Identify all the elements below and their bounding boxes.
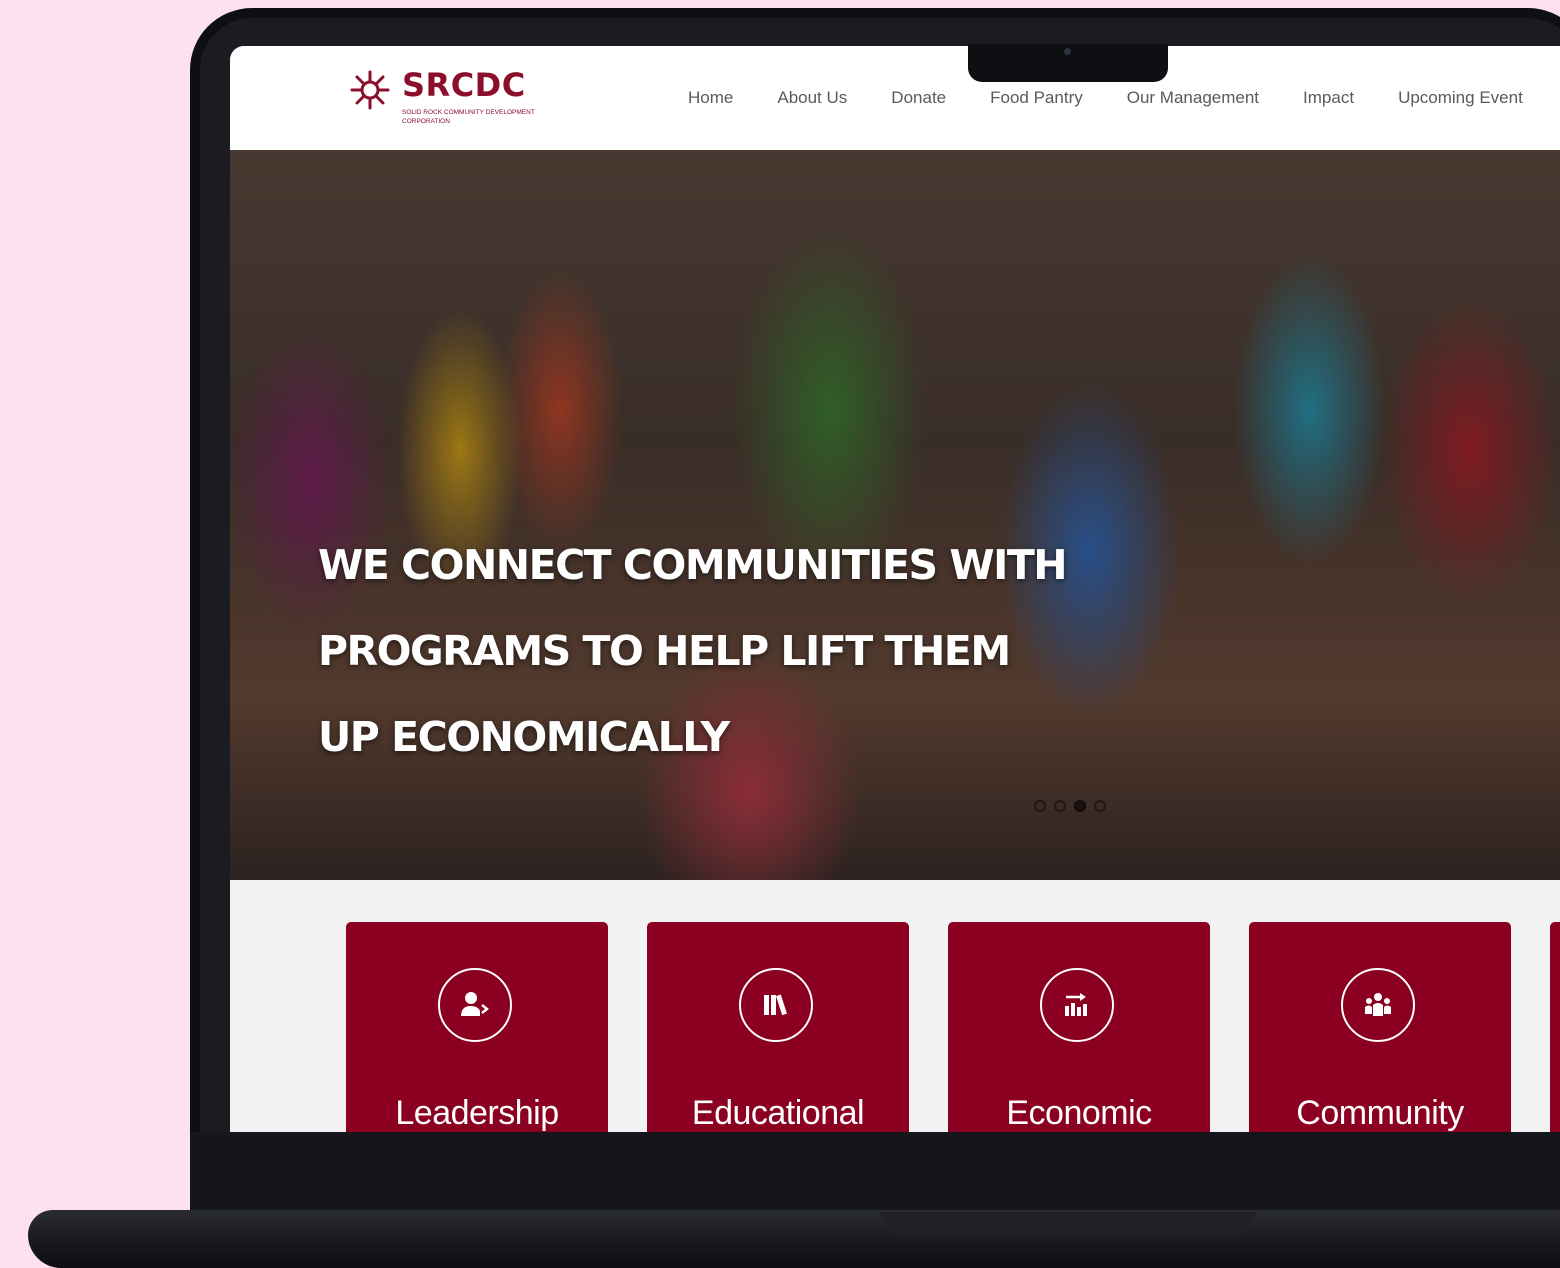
hero-headline-line-2: PROGRAMS TO HELP LIFT THEM (318, 627, 1011, 675)
hero-headline-line-3: UP ECONOMICALLY (318, 713, 730, 761)
camera-notch (968, 44, 1168, 82)
carousel-dot[interactable] (1034, 800, 1046, 812)
nav-our-management[interactable]: Our Management (1127, 88, 1259, 108)
main-nav: Home About Us Donate Food Pantry Our Man… (688, 88, 1560, 108)
hero-banner: WE CONNECT COMMUNITIES WITH PROGRAMS TO … (230, 150, 1560, 880)
laptop-base (28, 1210, 1560, 1268)
nav-donate[interactable]: Donate (891, 88, 946, 108)
nav-about-us[interactable]: About Us (777, 88, 847, 108)
nav-home[interactable]: Home (688, 88, 733, 108)
carousel-dot[interactable] (1094, 800, 1106, 812)
camera-icon (1064, 48, 1071, 55)
program-card-label: Economic (1006, 1094, 1152, 1132)
nav-upcoming-event[interactable]: Upcoming Event (1398, 88, 1523, 108)
program-card-educational[interactable]: Educational (647, 922, 909, 1132)
browser-screen: SRCDC Solid Rock Community Development C… (230, 46, 1560, 1132)
logo-mark-icon (350, 70, 390, 110)
hero-headline: WE CONNECT COMMUNITIES WITH PROGRAMS TO … (318, 522, 1138, 780)
program-cards: Leadership Educational Economic Communit… (346, 922, 1560, 1132)
program-card-label: Educational (691, 1094, 865, 1132)
leadership-icon (438, 968, 512, 1042)
growth-chart-icon (1040, 968, 1114, 1042)
carousel-dot[interactable] (1054, 800, 1066, 812)
laptop-hinge-groove (880, 1212, 1256, 1234)
brand-tagline: Solid Rock Community Development Corpora… (402, 109, 535, 125)
program-card-label: Community (1296, 1094, 1464, 1132)
carousel-indicators (1034, 800, 1106, 812)
site-header: SRCDC Solid Rock Community Development C… (230, 46, 1560, 151)
program-card-community[interactable]: Community (1249, 922, 1511, 1132)
laptop-chin (190, 1132, 1560, 1214)
hero-headline-line-1: WE CONNECT COMMUNITIES WITH (318, 541, 1068, 589)
brand-name: SRCDC (402, 66, 526, 104)
program-card-label: Leadership (395, 1094, 559, 1132)
nav-impact[interactable]: Impact (1303, 88, 1354, 108)
nav-food-pantry[interactable]: Food Pantry (990, 88, 1083, 108)
brand-logo[interactable]: SRCDC Solid Rock Community Development C… (348, 66, 548, 136)
carousel-dot-active[interactable] (1074, 800, 1086, 812)
people-icon (1341, 968, 1415, 1042)
books-icon (739, 968, 813, 1042)
program-card-economic[interactable]: Economic (948, 922, 1210, 1132)
program-card-partial[interactable] (1550, 922, 1560, 1132)
program-card-leadership[interactable]: Leadership (346, 922, 608, 1132)
